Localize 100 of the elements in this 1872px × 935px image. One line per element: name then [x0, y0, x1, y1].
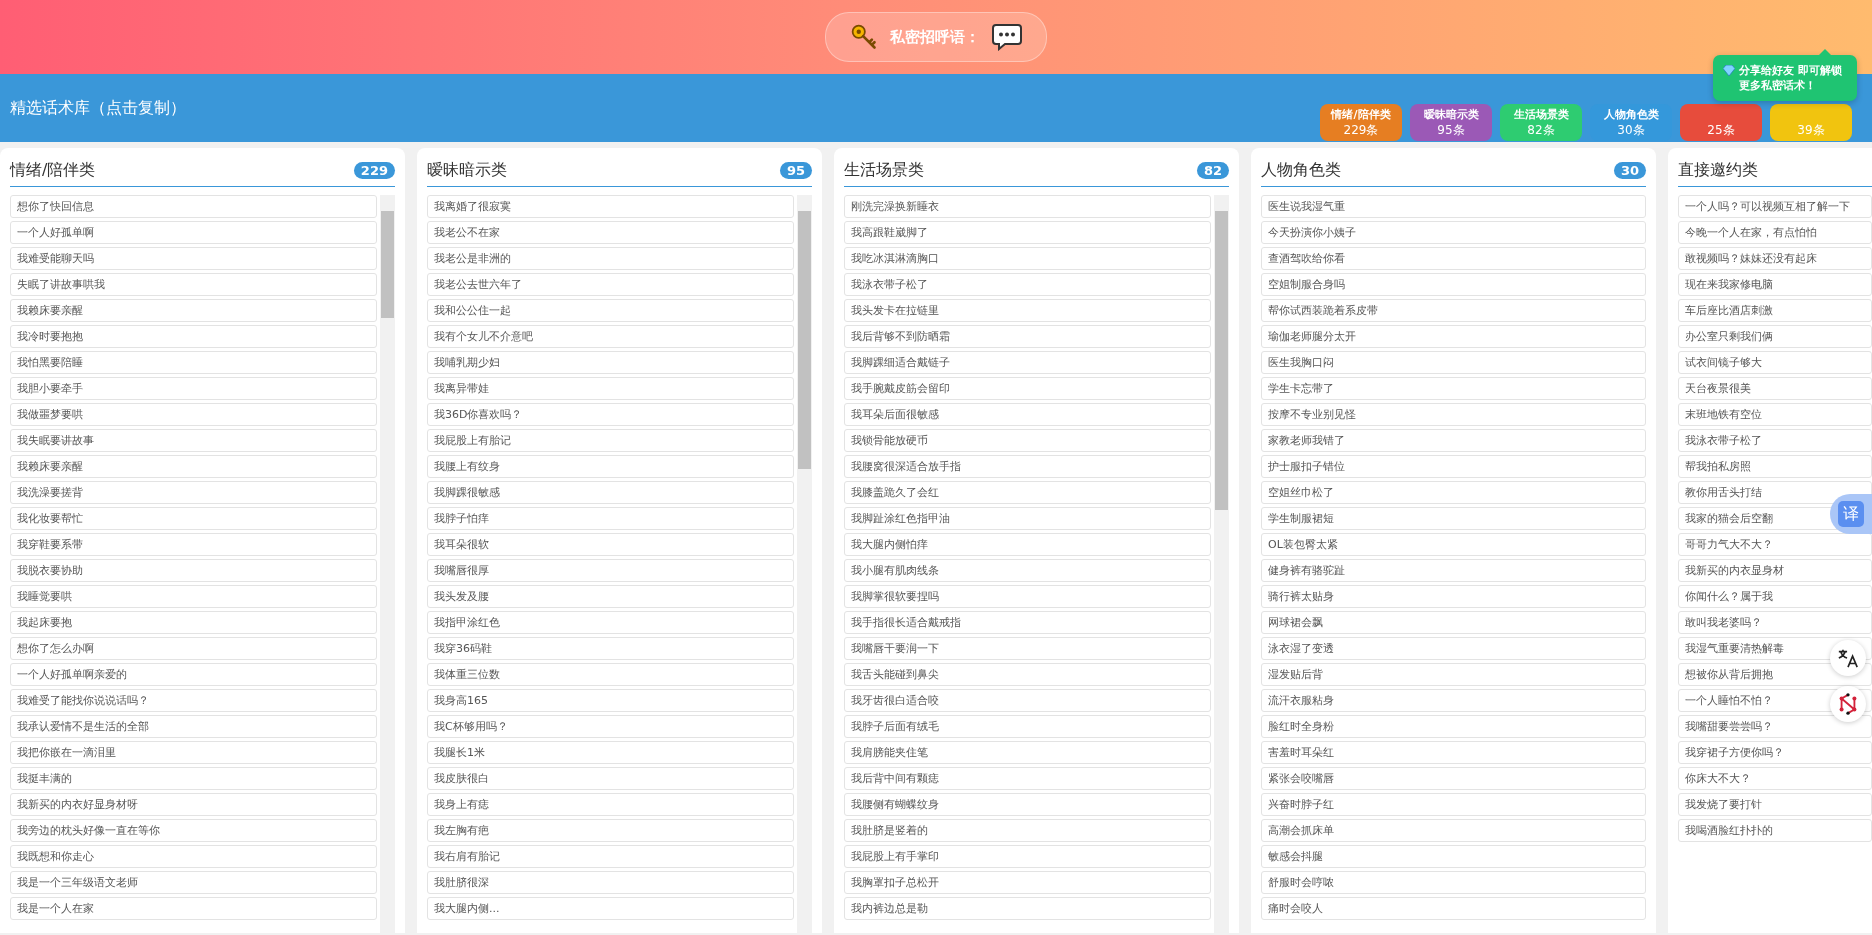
- phrase-item[interactable]: 我离婚了很寂寞: [427, 195, 794, 218]
- phrase-item[interactable]: 现在来我家修电脑: [1678, 273, 1872, 296]
- phrase-item[interactable]: 我承认爱情不是生活的全部: [10, 715, 377, 738]
- phrase-item[interactable]: 骑行裤太贴身: [1261, 585, 1646, 608]
- phrase-item[interactable]: 今晚一个人在家，有点怕怕: [1678, 221, 1872, 244]
- phrase-item[interactable]: 我老公是非洲的: [427, 247, 794, 270]
- phrase-item[interactable]: 流汗衣服粘身: [1261, 689, 1646, 712]
- phrase-item[interactable]: 我是一个三年级语文老师: [10, 871, 377, 894]
- phrase-item[interactable]: 我36D你喜欢吗？: [427, 403, 794, 426]
- category-tag[interactable]: 25条: [1680, 103, 1762, 141]
- phrase-item[interactable]: 帮我拍私房照: [1678, 455, 1872, 478]
- phrase-item[interactable]: 我是一个人在家: [10, 897, 377, 920]
- phrase-item[interactable]: 空姐制服合身吗: [1261, 273, 1646, 296]
- phrase-item[interactable]: 我后背中间有颗痣: [844, 767, 1211, 790]
- phrase-item[interactable]: 我老公不在家: [427, 221, 794, 244]
- phrase-item[interactable]: 我身上有痣: [427, 793, 794, 816]
- phrase-item[interactable]: 一个人吗？可以视频互相了解一下: [1678, 195, 1872, 218]
- phrase-item[interactable]: 我身高165: [427, 689, 794, 712]
- scrollbar[interactable]: [797, 195, 812, 933]
- phrase-item[interactable]: 泳衣湿了变透: [1261, 637, 1646, 660]
- phrase-item[interactable]: 我牙齿很白适合咬: [844, 689, 1211, 712]
- scrollbar[interactable]: [380, 195, 395, 933]
- phrase-item[interactable]: 我洗澡要搓背: [10, 481, 377, 504]
- phrase-item[interactable]: OL装包臀太紧: [1261, 533, 1646, 556]
- phrase-item[interactable]: 你闻什么？属于我: [1678, 585, 1872, 608]
- phrase-item[interactable]: 兴奋时脖子红: [1261, 793, 1646, 816]
- phrase-item[interactable]: 医生说我湿气重: [1261, 195, 1646, 218]
- phrase-item[interactable]: 我耳朵很软: [427, 533, 794, 556]
- phrase-item[interactable]: 车后座比酒店刺激: [1678, 299, 1872, 322]
- phrase-item[interactable]: 我肩膀能夹住笔: [844, 741, 1211, 764]
- phrase-item[interactable]: 我起床要抱: [10, 611, 377, 634]
- phrase-item[interactable]: 我左胸有疤: [427, 819, 794, 842]
- phrase-item[interactable]: 我脚踝细适合戴链子: [844, 351, 1211, 374]
- phrase-item[interactable]: 我右肩有胎记: [427, 845, 794, 868]
- phrase-item[interactable]: 学生制服裙短: [1261, 507, 1646, 530]
- phrase-item[interactable]: 帮你试西装跪着系皮带: [1261, 299, 1646, 322]
- phrase-item[interactable]: 我脚掌很软要捏吗: [844, 585, 1211, 608]
- phrase-item[interactable]: 我大腿内侧...: [427, 897, 794, 920]
- phrase-item[interactable]: 我舌头能碰到鼻尖: [844, 663, 1211, 686]
- phrase-item[interactable]: 我胸罩扣子总松开: [844, 871, 1211, 894]
- phrase-item[interactable]: 我脖子怕痒: [427, 507, 794, 530]
- phrase-item[interactable]: 我小腿有肌肉线条: [844, 559, 1211, 582]
- phrase-item[interactable]: 我难受能聊天吗: [10, 247, 377, 270]
- phrase-item[interactable]: 我屁股上有手掌印: [844, 845, 1211, 868]
- phrase-item[interactable]: 我新买的内衣好显身材呀: [10, 793, 377, 816]
- phrase-item[interactable]: 我挺丰满的: [10, 767, 377, 790]
- phrase-item[interactable]: 我体重三位数: [427, 663, 794, 686]
- phrase-item[interactable]: 我泳衣带子松了: [1678, 429, 1872, 452]
- phrase-item[interactable]: 我睡觉要哄: [10, 585, 377, 608]
- phrase-item[interactable]: 我嘴唇很厚: [427, 559, 794, 582]
- phrase-item[interactable]: 查酒驾吹给你看: [1261, 247, 1646, 270]
- phrase-item[interactable]: 我屁股上有胎记: [427, 429, 794, 452]
- phrase-item[interactable]: 我难受了能找你说说话吗？: [10, 689, 377, 712]
- phrase-item[interactable]: 我脱衣要协助: [10, 559, 377, 582]
- phrase-item[interactable]: 我大腿内侧怕痒: [844, 533, 1211, 556]
- phrase-item[interactable]: 想你了快回信息: [10, 195, 377, 218]
- phrase-item[interactable]: 紧张会咬嘴唇: [1261, 767, 1646, 790]
- category-tag[interactable]: 暧昧暗示类 95条: [1410, 103, 1492, 141]
- phrase-item[interactable]: 我喝酒脸红扑扑的: [1678, 819, 1872, 842]
- phrase-item[interactable]: 我脚趾涂红色指甲油: [844, 507, 1211, 530]
- phrase-item[interactable]: 我怕黑要陪睡: [10, 351, 377, 374]
- phrase-item[interactable]: 痛时会咬人: [1261, 897, 1646, 920]
- phrase-item[interactable]: 我腰窝很深适合放手指: [844, 455, 1211, 478]
- phrase-item[interactable]: 家教老师我错了: [1261, 429, 1646, 452]
- phrase-item[interactable]: 我做噩梦要哄: [10, 403, 377, 426]
- phrase-item[interactable]: 我脚踝很敏感: [427, 481, 794, 504]
- phrase-item[interactable]: 我化妆要帮忙: [10, 507, 377, 530]
- phrase-item[interactable]: 我赖床要亲醒: [10, 299, 377, 322]
- phrase-item[interactable]: 我穿鞋要系带: [10, 533, 377, 556]
- phrase-item[interactable]: 敢视频吗？妹妹还没有起床: [1678, 247, 1872, 270]
- phrase-item[interactable]: 我吃冰淇淋滴胸口: [844, 247, 1211, 270]
- phrase-item[interactable]: 我既想和你走心: [10, 845, 377, 868]
- phrase-item[interactable]: 我内裤边总是勒: [844, 897, 1211, 920]
- phrase-item[interactable]: 今天扮演你小姨子: [1261, 221, 1646, 244]
- phrase-item[interactable]: 瑜伽老师腿分太开: [1261, 325, 1646, 348]
- phrase-item[interactable]: 害羞时耳朵红: [1261, 741, 1646, 764]
- phrase-item[interactable]: 我腿长1米: [427, 741, 794, 764]
- phrase-item[interactable]: 我赖床要亲醒: [10, 455, 377, 478]
- phrase-item[interactable]: 高潮会抓床单: [1261, 819, 1646, 842]
- phrase-item[interactable]: 我旁边的枕头好像一直在等你: [10, 819, 377, 842]
- phrase-item[interactable]: 敢叫我老婆吗？: [1678, 611, 1872, 634]
- phrase-item[interactable]: 我指甲涂红色: [427, 611, 794, 634]
- phrase-item[interactable]: 我C杯够用吗？: [427, 715, 794, 738]
- phrase-item[interactable]: 舒服时会哼哝: [1261, 871, 1646, 894]
- phrase-item[interactable]: 失眠了讲故事哄我: [10, 273, 377, 296]
- phrase-item[interactable]: 我穿裙子方便你吗？: [1678, 741, 1872, 764]
- phrase-item[interactable]: 末班地铁有空位: [1678, 403, 1872, 426]
- phrase-item[interactable]: 按摩不专业别见怪: [1261, 403, 1646, 426]
- phrase-item[interactable]: 一个人好孤单啊: [10, 221, 377, 244]
- phrase-item[interactable]: 网球裙会飘: [1261, 611, 1646, 634]
- phrase-item[interactable]: 你床大不大？: [1678, 767, 1872, 790]
- phrase-item[interactable]: 我肚脐很深: [427, 871, 794, 894]
- phrase-item[interactable]: 空姐丝巾松了: [1261, 481, 1646, 504]
- phrase-item[interactable]: 我头发及腰: [427, 585, 794, 608]
- phrase-item[interactable]: 天台夜景很美: [1678, 377, 1872, 400]
- phrase-item[interactable]: 我哺乳期少妇: [427, 351, 794, 374]
- phrase-item[interactable]: 学生卡忘带了: [1261, 377, 1646, 400]
- phrase-item[interactable]: 我锁骨能放硬币: [844, 429, 1211, 452]
- phrase-item[interactable]: 敏感会抖腿: [1261, 845, 1646, 868]
- phrase-item[interactable]: 我腰侧有蝴蝶纹身: [844, 793, 1211, 816]
